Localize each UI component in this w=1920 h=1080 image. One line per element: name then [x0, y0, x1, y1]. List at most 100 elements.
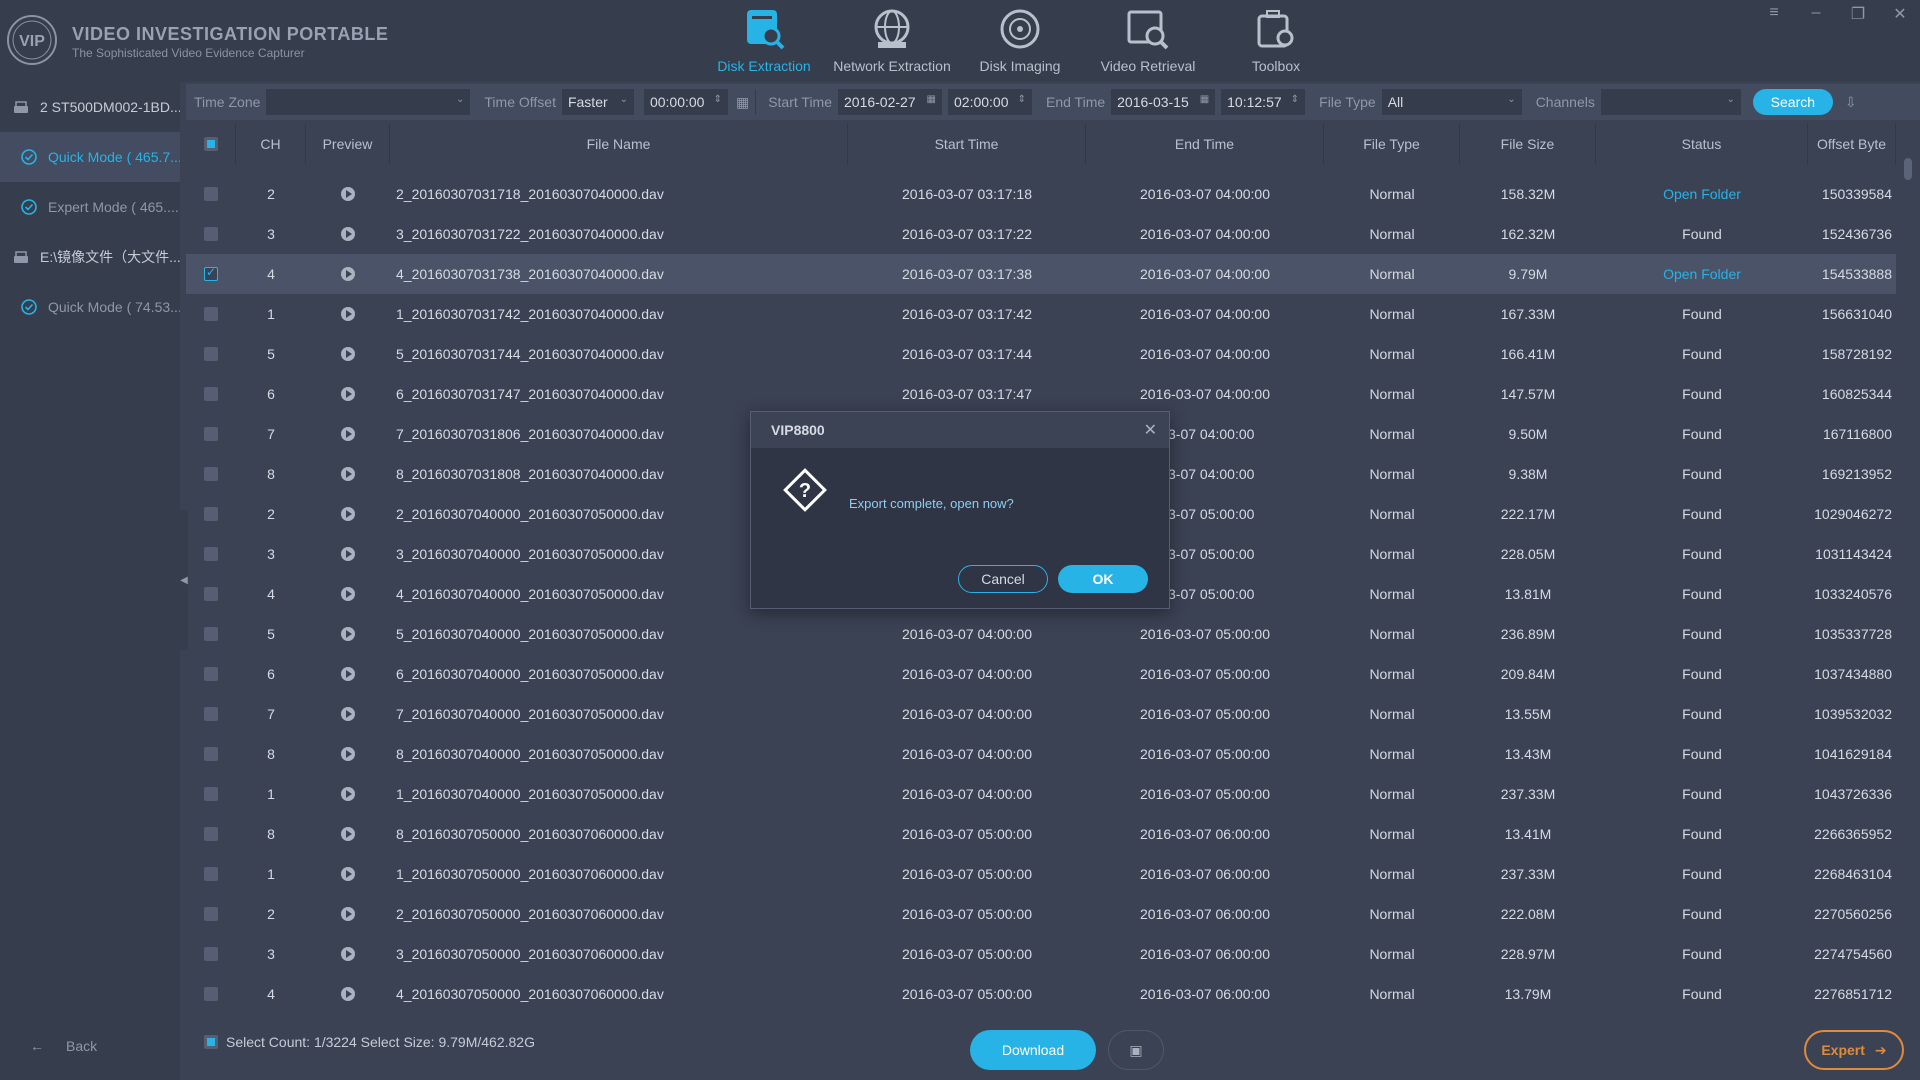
row-checkbox[interactable] [204, 507, 218, 521]
row-checkbox-cell[interactable] [186, 454, 236, 494]
table-row[interactable]: 4 4_20160307050000_20160307060000.dav 2016… [186, 974, 1896, 1014]
row-checkbox[interactable] [204, 667, 218, 681]
play-icon[interactable] [341, 667, 355, 681]
save-button[interactable]: ▣ [1108, 1030, 1164, 1070]
cell-preview[interactable] [306, 534, 390, 574]
cell-preview[interactable] [306, 294, 390, 334]
play-icon[interactable] [341, 707, 355, 721]
table-row[interactable]: 6 6_20160307040000_20160307050000.dav 2016… [186, 654, 1896, 694]
play-icon[interactable] [341, 267, 355, 281]
ok-button[interactable]: OK [1058, 565, 1148, 593]
row-checkbox[interactable] [204, 747, 218, 761]
cell-preview[interactable] [306, 494, 390, 534]
play-icon[interactable] [341, 947, 355, 961]
row-checkbox-cell[interactable] [186, 894, 236, 934]
row-checkbox-cell[interactable] [186, 334, 236, 374]
cell-preview[interactable] [306, 734, 390, 774]
end-time-input[interactable]: 10:12:57 ⇕ [1221, 89, 1306, 115]
open-folder-link[interactable]: Open Folder [1596, 254, 1808, 294]
row-checkbox-cell[interactable] [186, 774, 236, 814]
time-zone-select[interactable]: ⌄ [266, 89, 471, 115]
open-folder-link[interactable]: Open Folder [1596, 174, 1808, 214]
row-checkbox[interactable] [204, 227, 218, 241]
play-icon[interactable] [341, 387, 355, 401]
cell-preview[interactable] [306, 414, 390, 454]
cancel-button[interactable]: Cancel [958, 565, 1048, 593]
row-checkbox[interactable] [204, 907, 218, 921]
table-row[interactable]: 5 5_20160307040000_20160307050000.dav 2016… [186, 614, 1896, 654]
cell-preview[interactable] [306, 214, 390, 254]
row-checkbox-cell[interactable] [186, 974, 236, 1014]
cell-preview[interactable] [306, 934, 390, 974]
cell-preview[interactable] [306, 814, 390, 854]
cell-preview[interactable] [306, 974, 390, 1014]
channels-select[interactable]: ⌄ [1600, 89, 1741, 115]
column-header[interactable]: End Time [1086, 124, 1324, 164]
play-icon[interactable] [341, 987, 355, 1001]
play-icon[interactable] [341, 307, 355, 321]
play-icon[interactable] [341, 507, 355, 521]
row-checkbox-cell[interactable] [186, 854, 236, 894]
export-icon[interactable]: ⇩ [1845, 94, 1857, 111]
select-all-cell[interactable] [186, 124, 236, 164]
column-header[interactable]: Start Time [848, 124, 1086, 164]
table-row[interactable]: 1 1_20160307040000_20160307050000.dav 2016… [186, 774, 1896, 814]
column-header[interactable]: File Name [390, 124, 848, 164]
table-row[interactable]: 8 8_20160307050000_20160307060000.dav 2016… [186, 814, 1896, 854]
calendar-icon[interactable]: ▦ [927, 94, 936, 105]
table-row[interactable]: 1 1_20160307050000_20160307060000.dav 2016… [186, 854, 1896, 894]
play-icon[interactable] [341, 787, 355, 801]
calendar-icon[interactable]: ▦ [1200, 94, 1209, 105]
spinner-icon[interactable]: ⇕ [714, 94, 722, 105]
nav-network-extraction[interactable]: Network Extraction [828, 0, 956, 82]
back-button[interactable]: ← Back [30, 1038, 97, 1054]
play-icon[interactable] [341, 547, 355, 561]
row-checkbox-cell[interactable] [186, 494, 236, 534]
sidebar-item-disk-2[interactable]: E:\镜像文件（大文件... [0, 232, 180, 282]
play-icon[interactable] [341, 347, 355, 361]
select-count-checkbox[interactable] [204, 1035, 218, 1049]
row-checkbox[interactable] [204, 187, 218, 201]
restore-icon[interactable]: ❐ [1848, 4, 1868, 24]
close-icon[interactable]: ✕ [1890, 4, 1910, 24]
search-button[interactable]: Search [1752, 89, 1833, 115]
select-all-checkbox[interactable] [203, 137, 218, 151]
row-checkbox-cell[interactable] [186, 534, 236, 574]
sidebar-item-disk-1[interactable]: 2 ST500DM002-1BD... [0, 82, 180, 132]
row-checkbox-cell[interactable] [186, 214, 236, 254]
table-row[interactable]: 6 6_20160307031747_20160307040000.dav 2016… [186, 374, 1896, 414]
row-checkbox[interactable] [204, 627, 218, 641]
cell-preview[interactable] [306, 614, 390, 654]
sidebar-item-quick-mode-2[interactable]: Quick Mode ( 74.53... [0, 282, 180, 332]
menu-icon[interactable]: ≡ [1764, 4, 1784, 24]
nav-disk-extraction[interactable]: Disk Extraction [700, 0, 828, 82]
row-checkbox-cell[interactable] [186, 254, 236, 294]
column-header[interactable]: File Type [1324, 124, 1460, 164]
column-header[interactable]: Offset Byte [1808, 124, 1896, 164]
nav-toolbox[interactable]: Toolbox [1212, 0, 1340, 82]
row-checkbox-cell[interactable] [186, 654, 236, 694]
play-icon[interactable] [341, 627, 355, 641]
play-icon[interactable] [341, 867, 355, 881]
nav-disk-imaging[interactable]: Disk Imaging [956, 0, 1084, 82]
cell-preview[interactable] [306, 854, 390, 894]
time-offset-input[interactable]: 00:00:00 ⇕ [643, 89, 728, 115]
row-checkbox[interactable] [204, 707, 218, 721]
table-row[interactable]: 8 8_20160307040000_20160307050000.dav 2016… [186, 734, 1896, 774]
time-offset-select[interactable]: Faster ⌄ [561, 89, 634, 115]
cell-preview[interactable] [306, 694, 390, 734]
table-row[interactable]: 7 7_20160307040000_20160307050000.dav 2016… [186, 694, 1896, 734]
row-checkbox[interactable] [204, 827, 218, 841]
row-checkbox-cell[interactable] [186, 414, 236, 454]
cell-preview[interactable] [306, 254, 390, 294]
row-checkbox-cell[interactable] [186, 294, 236, 334]
column-header[interactable]: File Size [1460, 124, 1596, 164]
table-row[interactable]: 2 2_20160307050000_20160307060000.dav 2016… [186, 894, 1896, 934]
row-checkbox-cell[interactable] [186, 614, 236, 654]
row-checkbox[interactable] [204, 265, 218, 281]
table-row[interactable]: 5 5_20160307031744_20160307040000.dav 2016… [186, 334, 1896, 374]
close-icon[interactable]: ✕ [1144, 420, 1157, 440]
download-button[interactable]: Download [970, 1030, 1096, 1070]
row-checkbox-cell[interactable] [186, 374, 236, 414]
sidebar-item-expert-mode-1[interactable]: Expert Mode ( 465.... [0, 182, 180, 232]
